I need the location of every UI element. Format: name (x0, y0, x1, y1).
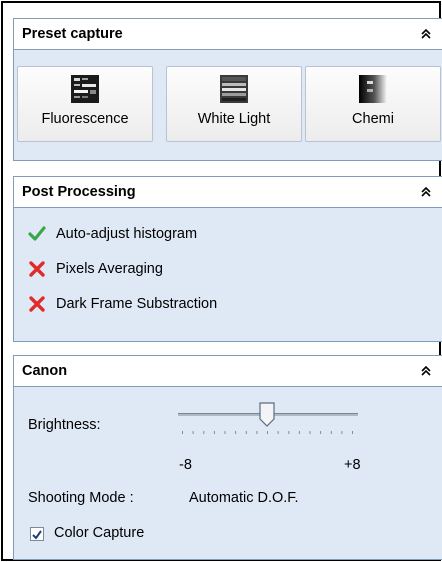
white-light-gel-icon (220, 75, 248, 103)
pixels-averaging-option[interactable]: Pixels Averaging (28, 259, 163, 279)
post-processing-header[interactable]: Post Processing (14, 177, 442, 208)
capture-settings-window: Preset capture Fluorescence White Light … (1, 1, 442, 561)
slider-tick (213, 431, 215, 434)
preset-capture-title: Preset capture (22, 26, 123, 42)
brightness-max-label: +8 (344, 457, 361, 473)
post-processing-panel: Post Processing Auto-adjust histogram Pi… (13, 176, 442, 342)
canon-title: Canon (22, 363, 68, 379)
brightness-slider[interactable] (174, 399, 364, 439)
slider-tick (330, 431, 332, 434)
collapse-icon[interactable] (420, 186, 432, 198)
color-capture-label[interactable]: Color Capture (54, 525, 144, 541)
cross-icon (29, 296, 45, 312)
auto-adjust-histogram-option[interactable]: Auto-adjust histogram (28, 224, 197, 244)
shooting-mode-value: Automatic D.O.F. (189, 490, 299, 506)
chemi-label: Chemi (352, 111, 394, 127)
slider-tick (320, 431, 322, 434)
collapse-icon[interactable] (420, 365, 432, 377)
fluorescence-label: Fluorescence (41, 111, 129, 127)
preset-capture-panel: Preset capture Fluorescence White Light … (13, 18, 442, 161)
post-processing-title: Post Processing (22, 184, 136, 200)
slider-tick (192, 431, 194, 434)
white-light-button[interactable]: White Light (166, 66, 302, 142)
slider-tick (235, 431, 237, 434)
slider-tick (256, 431, 258, 434)
brightness-label: Brightness: (28, 417, 101, 433)
collapse-icon[interactable] (420, 28, 432, 40)
checkmark-icon (32, 530, 42, 540)
canon-panel: Canon Brightness: -8 +8 Shooting Mode: … (13, 355, 442, 560)
slider-tick (288, 431, 290, 434)
slider-tick (245, 431, 247, 434)
preset-capture-body: Fluorescence White Light Chemi (14, 50, 442, 160)
preset-capture-header[interactable]: Preset capture (14, 19, 442, 50)
cross-icon (29, 261, 45, 277)
dark-frame-subtraction-option[interactable]: Dark Frame Substraction (28, 294, 217, 314)
shooting-mode-label: Shooting Mode : (28, 490, 134, 506)
slider-tick (224, 431, 226, 434)
slider-tick (298, 431, 300, 434)
brightness-min-label: -8 (179, 457, 192, 473)
slider-tick (277, 431, 279, 434)
slider-tick (352, 431, 353, 434)
slider-thumb[interactable] (259, 402, 275, 427)
slider-tick (341, 431, 343, 434)
fluorescence-gel-icon (71, 75, 99, 103)
dark-frame-subtraction-label: Dark Frame Substraction (56, 296, 218, 312)
slider-tick (203, 431, 205, 434)
chemi-button[interactable]: Chemi (305, 66, 441, 142)
slider-tick (267, 431, 268, 434)
chemi-gel-icon (359, 75, 387, 103)
slider-ticks (182, 431, 353, 434)
check-icon (28, 226, 46, 241)
color-capture-checkbox[interactable] (30, 527, 44, 541)
canon-header[interactable]: Canon (14, 356, 442, 387)
pixels-averaging-label: Pixels Averaging (56, 261, 163, 277)
slider-tick (182, 431, 183, 434)
white-light-label: White Light (197, 111, 271, 127)
auto-adjust-histogram-label: Auto-adjust histogram (56, 226, 198, 242)
fluorescence-button[interactable]: Fluorescence (17, 66, 153, 142)
slider-tick (309, 431, 311, 434)
